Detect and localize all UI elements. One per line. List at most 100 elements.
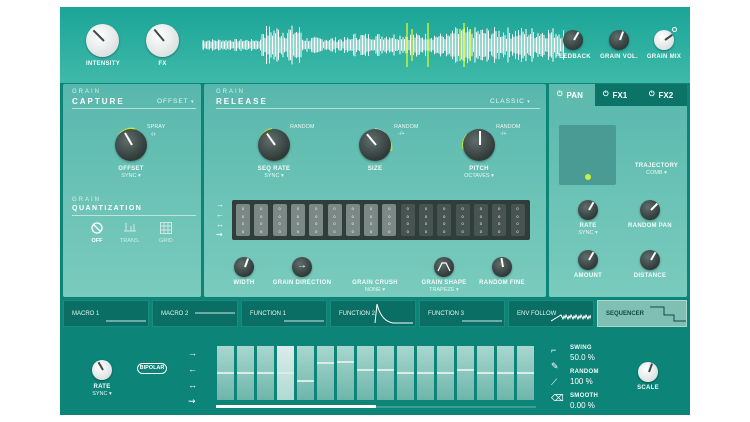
amount-knob[interactable] (578, 250, 598, 270)
sequencer-step[interactable] (477, 346, 494, 400)
release-step[interactable]: 0 0 0 0 (272, 204, 287, 236)
release-step[interactable]: 0 0 0 0 (473, 204, 488, 236)
sequencer-step-level[interactable] (477, 372, 494, 374)
seq-rate-knob[interactable] (258, 129, 290, 161)
sequencer-step-level[interactable] (277, 372, 294, 374)
offset-sync-dropdown[interactable]: SYNC ▾ (111, 173, 151, 179)
arrow-forward-icon[interactable]: → (188, 345, 204, 361)
spray-arrows-icon[interactable]: ‹› (151, 131, 156, 138)
arrow-bidirectional-icon[interactable]: ↔ (216, 220, 232, 230)
sequencer-step-level[interactable] (377, 369, 394, 372)
arrow-backward-icon[interactable]: ← (188, 361, 204, 377)
sequencer-step-level[interactable] (357, 369, 374, 372)
random-fine-knob[interactable] (492, 257, 512, 277)
release-step[interactable]: 0 0 0 0 (492, 204, 507, 236)
sequencer-step-level[interactable] (497, 372, 514, 374)
offset-knob[interactable] (115, 129, 147, 161)
seq-bottom-rate-sync-dropdown[interactable]: SYNC ▾ (82, 391, 122, 397)
quant-off-icon[interactable] (91, 222, 103, 234)
pan-position-dot[interactable] (585, 174, 591, 180)
feedback-knob[interactable] (563, 30, 583, 50)
sequencer-step[interactable] (277, 346, 294, 400)
release-step[interactable]: 0 0 0 0 (290, 204, 305, 236)
quant-grid-icon[interactable] (160, 222, 172, 234)
release-step[interactable]: 0 0 0 0 (364, 204, 379, 236)
pan-rate-knob[interactable] (578, 200, 598, 220)
sequencer-step-level[interactable] (237, 372, 254, 374)
function-3-slot[interactable]: FUNCTION 3 (419, 300, 505, 327)
sequencer-step[interactable] (237, 346, 254, 400)
pan-xy-pad[interactable] (559, 125, 616, 185)
sequencer-step[interactable] (337, 346, 354, 400)
pan-rate-sync-dropdown[interactable]: SYNC ▾ (568, 230, 608, 236)
bipolar-button[interactable]: BIPOLAR (137, 363, 167, 374)
fx-knob[interactable] (146, 24, 179, 57)
grain-vol-knob[interactable] (609, 30, 629, 50)
sequencer-step[interactable] (257, 346, 274, 400)
arrow-forward-icon[interactable]: → (216, 200, 232, 210)
grain-mix-knob[interactable] (654, 30, 674, 50)
sequencer-step[interactable] (457, 346, 474, 400)
quant-trans-icon[interactable] (124, 223, 136, 233)
arrow-random-icon[interactable]: ⇝ (216, 230, 232, 240)
distance-knob[interactable] (640, 250, 660, 270)
function-2-slot[interactable]: FUNCTION 2 (330, 300, 416, 327)
tab-pan[interactable]: ⏻ PAN (549, 84, 595, 106)
sequencer-step[interactable] (297, 346, 314, 400)
macro-1-slot[interactable]: MACRO 1 (63, 300, 149, 327)
grain-shape-button[interactable] (434, 257, 454, 277)
release-step[interactable]: 0 0 0 0 (437, 204, 452, 236)
sequencer-step[interactable] (437, 346, 454, 400)
grain-direction-button[interactable]: → (292, 257, 312, 277)
pencil-icon[interactable]: ✎ (551, 361, 559, 372)
line-tool-icon[interactable]: ⟋ (551, 377, 557, 388)
sequencer-step-grid[interactable] (216, 346, 536, 400)
sequencer-step[interactable] (317, 346, 334, 400)
size-knob[interactable] (359, 129, 391, 161)
loop-icon[interactable]: ⌐ (551, 345, 556, 355)
arrow-bidirectional-icon[interactable]: ↔ (188, 377, 204, 393)
function-1-slot[interactable]: FUNCTION 1 (241, 300, 327, 327)
sequencer-step[interactable] (377, 346, 394, 400)
sequencer-step[interactable] (217, 346, 234, 400)
eraser-icon[interactable]: ⌫ (551, 393, 564, 404)
sequencer-step[interactable] (357, 346, 374, 400)
seq-rate-bottom-knob[interactable] (92, 360, 112, 380)
sequencer-step[interactable] (517, 346, 534, 400)
sequencer-slot[interactable]: SEQUENCER (597, 300, 687, 327)
sequencer-step-level[interactable] (217, 372, 234, 374)
seq-rate-sync-dropdown[interactable]: SYNC ▾ (249, 173, 299, 179)
release-step[interactable]: 0 0 0 0 (327, 204, 342, 236)
sequencer-step[interactable] (397, 346, 414, 400)
sequencer-step-level[interactable] (337, 360, 354, 363)
seq-scroll-thumb[interactable] (216, 405, 376, 408)
scale-knob[interactable] (638, 362, 658, 382)
pitch-knob[interactable] (463, 129, 495, 161)
grain-crush-dropdown[interactable]: NONE ▾ (350, 287, 400, 293)
width-knob[interactable] (234, 257, 254, 277)
release-step[interactable]: 0 0 0 0 (510, 204, 525, 236)
release-step[interactable]: 0 0 0 0 (382, 204, 397, 236)
intensity-knob[interactable] (86, 24, 119, 57)
smooth-value[interactable]: 0.00 % (570, 401, 595, 410)
sequencer-step-level[interactable] (457, 369, 474, 372)
swing-value[interactable]: 50.0 % (570, 353, 595, 362)
sequencer-step-level[interactable] (397, 372, 414, 374)
release-step[interactable]: 0 0 0 0 (309, 204, 324, 236)
release-step[interactable]: 0 0 0 0 (400, 204, 415, 236)
sequencer-step-level[interactable] (437, 372, 454, 374)
release-step[interactable]: 0 0 0 0 (455, 204, 470, 236)
release-step[interactable]: 0 0 0 0 (254, 204, 269, 236)
trajectory-dropdown[interactable]: COMB ▾ (629, 170, 684, 176)
release-mode-dropdown[interactable]: CLASSIC ▾ (490, 98, 531, 105)
release-step[interactable]: 0 0 0 0 (419, 204, 433, 236)
tab-fx2[interactable]: ⏻ FX2 (641, 84, 687, 106)
release-step[interactable]: 0 0 0 0 (345, 204, 360, 236)
sequencer-step[interactable] (417, 346, 434, 400)
env-follow-slot[interactable]: ENV FOLLOW (508, 300, 594, 327)
sequencer-step-level[interactable] (517, 372, 534, 374)
sequencer-step-level[interactable] (257, 372, 274, 374)
arrow-random-icon[interactable]: ⇝ (188, 393, 204, 409)
step-strip[interactable]: 0000000000000000000000000000000000000000… (232, 200, 530, 240)
random-value[interactable]: 100 % (570, 377, 593, 386)
